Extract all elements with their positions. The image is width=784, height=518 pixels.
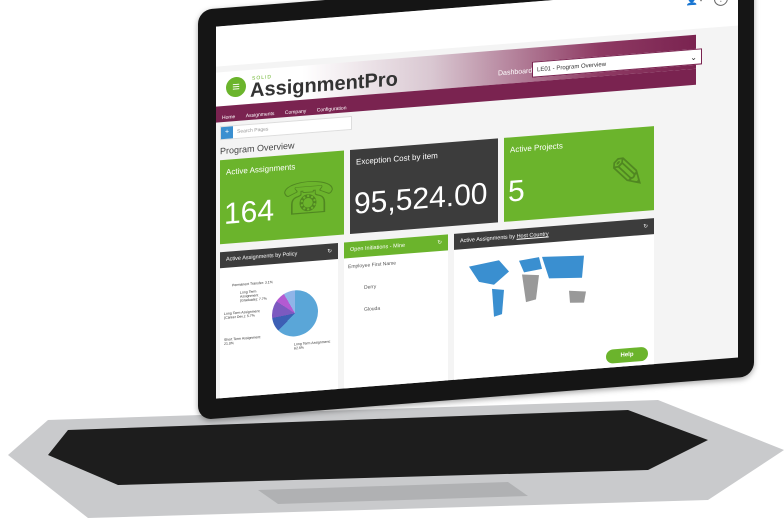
pie-label: Long Term Assignment (Career Dev.): 5.7% xyxy=(224,309,260,320)
tile-value: 5 xyxy=(508,174,525,209)
policy-pie-chart xyxy=(272,288,318,339)
pie-label: Long Term Assignment (Graduate): 7.7% xyxy=(240,289,267,303)
user-menu-icon[interactable]: 👤˅ xyxy=(686,0,704,7)
tile-active-assignments[interactable]: Active Assignments 164 ☏ xyxy=(220,150,344,245)
pie-label: Permanent Transfer: 3.1% xyxy=(232,280,273,288)
tile-label: Active Projects xyxy=(510,141,563,155)
search-placeholder: Search Pages xyxy=(237,126,269,135)
nav-company[interactable]: Company xyxy=(285,108,306,116)
panel-header: Open Initiations - Mine ↻ xyxy=(344,234,448,259)
chevron-down-icon: ⌄ xyxy=(690,52,697,63)
laptop: 👤˅ ? ≡ SOLID AssignmentPro Dashboard LE0… xyxy=(0,0,784,518)
pie-label: Short Term Assignment: 21.0% xyxy=(224,335,262,346)
panel-header: Active Assignments by Policy ↻ xyxy=(220,242,338,269)
help-button[interactable]: Help xyxy=(606,346,648,364)
contact-book-icon: ☏ xyxy=(280,172,336,226)
tile-value: 95,524.00 xyxy=(354,177,488,221)
help-circle-icon[interactable]: ? xyxy=(714,0,728,7)
panel-title-prefix: Active Assignments by xyxy=(460,234,516,245)
panel-assignments-by-country: Active Assignments by Host Country ↻ Hel… xyxy=(454,218,654,384)
app-screen: 👤˅ ? ≡ SOLID AssignmentPro Dashboard LE0… xyxy=(216,0,738,399)
dashboard-select-value: LE01 - Program Overview xyxy=(537,61,607,74)
nav-configuration[interactable]: Configuration xyxy=(317,105,347,113)
panel-title: Active Assignments by Policy xyxy=(226,251,298,263)
tile-value: 164 xyxy=(224,194,275,231)
screen-bezel: 👤˅ ? ≡ SOLID AssignmentPro Dashboard LE0… xyxy=(198,0,754,420)
refresh-icon[interactable]: ↻ xyxy=(327,243,332,259)
tile-active-projects[interactable]: Active Projects 5 ✎ xyxy=(504,126,654,222)
host-country-link[interactable]: Host Country xyxy=(517,231,549,240)
pie-label: Long Term Assignment: 62.5% xyxy=(294,339,331,351)
refresh-icon[interactable]: ↻ xyxy=(437,235,442,251)
panel-assignments-by-policy: Active Assignments by Policy ↻ Permanent… xyxy=(220,242,338,399)
panel-title: Open Initiations - Mine xyxy=(350,242,406,254)
list-item[interactable]: Derry xyxy=(364,284,376,291)
tile-exception-cost[interactable]: Exception Cost by item 95,524.00 xyxy=(350,138,498,235)
tile-label: Exception Cost by item xyxy=(356,151,438,167)
refresh-icon[interactable]: ↻ xyxy=(643,219,648,235)
panel-open-initiations: Open Initiations - Mine ↻ Employee First… xyxy=(344,234,448,393)
nav-assignments[interactable]: Assignments xyxy=(246,111,275,119)
list-item[interactable]: Glouda xyxy=(364,306,380,313)
laptop-base xyxy=(8,400,784,518)
column-header[interactable]: Employee First Name xyxy=(348,260,396,270)
search-button[interactable]: + xyxy=(221,126,233,140)
page-title: Program Overview xyxy=(220,140,295,157)
nav-home[interactable]: Home xyxy=(222,114,235,121)
pencil-icon: ✎ xyxy=(609,147,646,200)
world-map xyxy=(469,255,586,317)
